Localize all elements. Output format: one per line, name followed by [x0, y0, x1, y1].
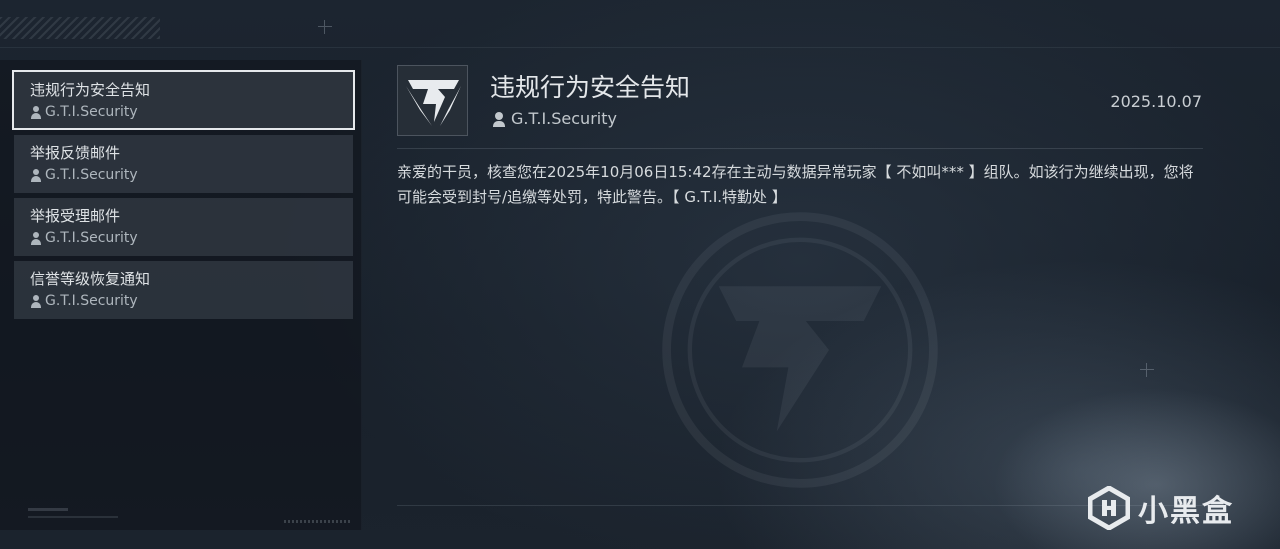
detail-divider — [397, 505, 1203, 506]
mail-screen: 违规行为安全告知 G.T.I.Security 举报反馈邮件 G.T.I.Sec… — [0, 0, 1280, 549]
detail-divider — [397, 148, 1203, 149]
panel-footer-decoration — [28, 516, 118, 518]
heybox-logo-icon — [1088, 486, 1130, 530]
mail-item-title: 举报反馈邮件 — [30, 144, 121, 162]
header-divider — [0, 47, 1280, 48]
gti-lightning-emblem-icon — [406, 80, 461, 126]
mail-item-sender: G.T.I.Security — [30, 165, 337, 185]
mail-item-sender: G.T.I.Security — [30, 102, 337, 122]
heybox-watermark: 小黑盒 — [1088, 486, 1234, 530]
mail-detail-sender: G.T.I.Security — [492, 108, 617, 130]
mail-item-credit-restore[interactable]: 信誉等级恢复通知 G.T.I.Security — [14, 261, 353, 319]
mail-item-title: 举报受理邮件 — [30, 207, 121, 225]
crosshair-decoration — [318, 20, 332, 34]
mail-item-title: 信誉等级恢复通知 — [30, 270, 151, 288]
panel-footer-decoration — [28, 508, 68, 511]
person-icon — [30, 294, 42, 308]
mail-detail-title: 违规行为安全告知 — [490, 73, 691, 102]
mail-item-report-feedback[interactable]: 举报反馈邮件 G.T.I.Security — [14, 135, 353, 193]
crosshair-decoration — [1140, 363, 1154, 377]
hatch-decoration — [0, 17, 160, 39]
mail-item-security-notice[interactable]: 违规行为安全告知 G.T.I.Security — [12, 70, 355, 130]
person-icon — [30, 168, 42, 182]
person-icon — [492, 111, 506, 127]
panel-footer-decoration — [284, 520, 352, 523]
mail-item-sender-name: G.T.I.Security — [45, 104, 138, 120]
heybox-logo-text: 小黑盒 — [1138, 494, 1234, 529]
person-icon — [30, 105, 42, 119]
mail-detail-sender-name: G.T.I.Security — [511, 109, 617, 128]
mail-item-sender-name: G.T.I.Security — [45, 293, 138, 309]
mail-item-sender-name: G.T.I.Security — [45, 167, 138, 183]
mail-item-sender: G.T.I.Security — [30, 291, 337, 311]
background-emblem-icon — [662, 212, 938, 488]
mail-detail-body: 亲爱的干员，核查您在2025年10月06日15:42存在主动与数据异常玩家【 不… — [397, 163, 1194, 206]
person-icon — [30, 231, 42, 245]
sender-emblem — [397, 65, 468, 136]
mail-item-title: 违规行为安全告知 — [30, 81, 151, 99]
mail-item-report-accepted[interactable]: 举报受理邮件 G.T.I.Security — [14, 198, 353, 256]
mail-item-sender-name: G.T.I.Security — [45, 230, 138, 246]
mail-detail-date: 2025.10.07 — [1110, 92, 1202, 111]
mail-item-sender: G.T.I.Security — [30, 228, 337, 248]
